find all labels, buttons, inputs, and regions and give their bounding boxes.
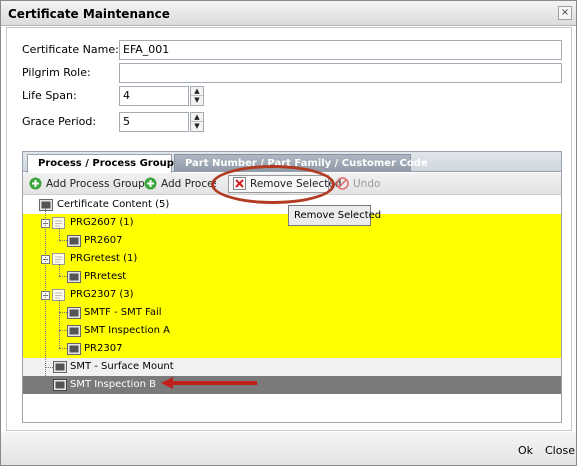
grace-period-input[interactable]: 5	[119, 112, 189, 132]
tree-connector	[45, 385, 53, 386]
tree-item-label: PR2307	[84, 343, 123, 354]
process-icon	[67, 307, 81, 319]
tree-item-process[interactable]: PR2307	[23, 340, 561, 358]
pilgrim-role-label: Pilgrim Role:	[22, 66, 91, 79]
add-icon	[144, 177, 157, 189]
undo-icon	[336, 176, 349, 190]
annotation-oval	[211, 165, 335, 204]
pilgrim-role-input[interactable]	[119, 63, 562, 83]
tree-connector	[45, 367, 53, 368]
tree-item-group[interactable]: − PRG2307 (3)	[23, 286, 561, 304]
process-icon	[67, 325, 81, 337]
tree-connector	[45, 208, 46, 386]
tree-item-process[interactable]: SMT Inspection A	[23, 322, 561, 340]
tree-item-selected[interactable]: SMT Inspection B	[23, 376, 561, 394]
tree-item-process[interactable]: PRretest	[23, 268, 561, 286]
tree-connector	[59, 240, 67, 241]
tree-connector	[59, 228, 60, 240]
add-process-group-label: Add Process Group	[46, 178, 145, 190]
chevron-down-icon[interactable]: ▼	[191, 96, 203, 105]
close-icon[interactable]: ×	[558, 6, 572, 20]
tree-root-label: Certificate Content (5)	[57, 199, 170, 210]
tree-item-label: PRG2307 (3)	[70, 289, 134, 300]
chevron-up-icon[interactable]: ▲	[191, 113, 203, 122]
tree-connector	[59, 312, 67, 313]
tree-item-label: PRGretest (1)	[70, 253, 138, 264]
tree-item-label: SMTF - SMT Fail	[84, 307, 162, 318]
tree-item-label: SMT Inspection B	[70, 379, 156, 390]
tree-item-label: PR2607	[84, 235, 123, 246]
grace-period-label: Grace Period:	[22, 115, 97, 128]
life-span-input[interactable]: 4	[119, 86, 189, 106]
process-icon	[67, 343, 81, 355]
process-icon	[67, 271, 81, 283]
tree-item-label: SMT Inspection A	[84, 325, 170, 336]
process-icon	[53, 379, 67, 391]
tree-item-process[interactable]: SMTF - SMT Fail	[23, 304, 561, 322]
tree-item-process[interactable]: SMT - Surface Mount	[23, 358, 561, 376]
tree-connector	[59, 330, 67, 331]
undo-button[interactable]: Undo	[336, 176, 380, 192]
tree-connector	[59, 300, 60, 348]
life-span-stepper[interactable]: ▲ ▼	[190, 86, 204, 106]
add-process-label: Add Process	[161, 178, 216, 190]
close-button[interactable]: Close	[545, 444, 575, 457]
tab-process-group[interactable]: Process / Process Group	[27, 154, 174, 173]
chevron-up-icon[interactable]: ▲	[191, 87, 203, 96]
undo-label: Undo	[353, 178, 381, 190]
dialog-title: Certificate Maintenance	[8, 7, 170, 21]
chevron-down-icon[interactable]: ▼	[191, 122, 203, 131]
tree-item-label: PRretest	[84, 271, 127, 282]
add-process-button[interactable]: Add Process	[144, 176, 216, 192]
grace-period-stepper[interactable]: ▲ ▼	[190, 112, 204, 132]
certificate-tree: Certificate Content (5) − PRG2607 (1) PR…	[23, 196, 561, 422]
tree-item-label: PRG2607 (1)	[70, 217, 134, 228]
tree-item-group[interactable]: − PRGretest (1)	[23, 250, 561, 268]
certificate-name-input[interactable]: EFA_001	[119, 40, 562, 60]
annotation-arrow-icon	[161, 377, 257, 389]
add-icon	[29, 177, 42, 189]
certificate-name-label: Certificate Name:	[22, 43, 119, 56]
dialog-footer: Ok Close	[1, 432, 576, 465]
ok-button[interactable]: Ok	[518, 444, 533, 457]
tree-connector	[59, 264, 60, 276]
life-span-label: Life Span:	[22, 89, 77, 102]
dialog-titlebar[interactable]: Certificate Maintenance ×	[1, 1, 576, 26]
process-icon	[67, 235, 81, 247]
remove-selected-tooltip: Remove Selected	[288, 205, 381, 226]
process-icon	[53, 361, 67, 373]
certificate-maintenance-dialog: Certificate Maintenance × Certificate Na…	[0, 0, 577, 466]
dialog-body: Certificate Name: EFA_001 Pilgrim Role: …	[6, 27, 572, 431]
tree-connector	[59, 276, 67, 277]
folder-icon	[39, 199, 53, 211]
tree-item-process[interactable]: PR2607	[23, 232, 561, 250]
tree-item-label: SMT - Surface Mount	[70, 361, 174, 372]
tree-connector	[59, 348, 67, 349]
add-process-group-button[interactable]: Add Process Group	[29, 176, 145, 192]
